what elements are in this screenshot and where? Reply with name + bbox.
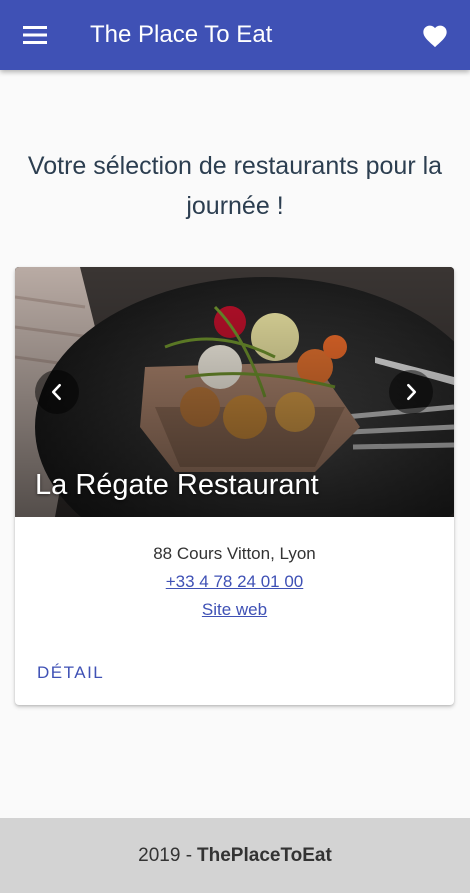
footer: 2019 - ThePlaceToEat [0, 818, 470, 893]
restaurant-address: 88 Cours Vitton, Lyon [153, 544, 316, 563]
carousel-prev-button[interactable] [35, 370, 79, 414]
detail-button[interactable]: DÉTAIL [26, 655, 115, 691]
app-bar: The Place To Eat [0, 0, 470, 70]
footer-year: 2019 - [138, 844, 193, 866]
chevron-right-icon [407, 383, 417, 401]
footer-brand: ThePlaceToEat [197, 844, 332, 866]
restaurant-card: La Régate Restaurant 88 Cours Vitton, Ly… [15, 267, 454, 705]
chevron-left-icon [51, 383, 61, 401]
menu-button[interactable] [0, 0, 70, 70]
heart-icon [423, 25, 447, 48]
menu-icon [23, 26, 47, 44]
app-title: The Place To Eat [90, 21, 273, 48]
restaurant-name: La Régate Restaurant [35, 469, 319, 501]
website-link[interactable]: Site web [15, 596, 454, 624]
restaurant-carousel[interactable]: La Régate Restaurant [15, 267, 454, 517]
restaurant-info: 88 Cours Vitton, Lyon +33 4 78 24 01 00 … [15, 517, 454, 624]
intro-text: Votre sélection de restaurants pour la j… [27, 152, 443, 220]
carousel-next-button[interactable] [389, 370, 433, 414]
phone-link[interactable]: +33 4 78 24 01 00 [15, 568, 454, 596]
favorites-button[interactable] [400, 0, 470, 70]
